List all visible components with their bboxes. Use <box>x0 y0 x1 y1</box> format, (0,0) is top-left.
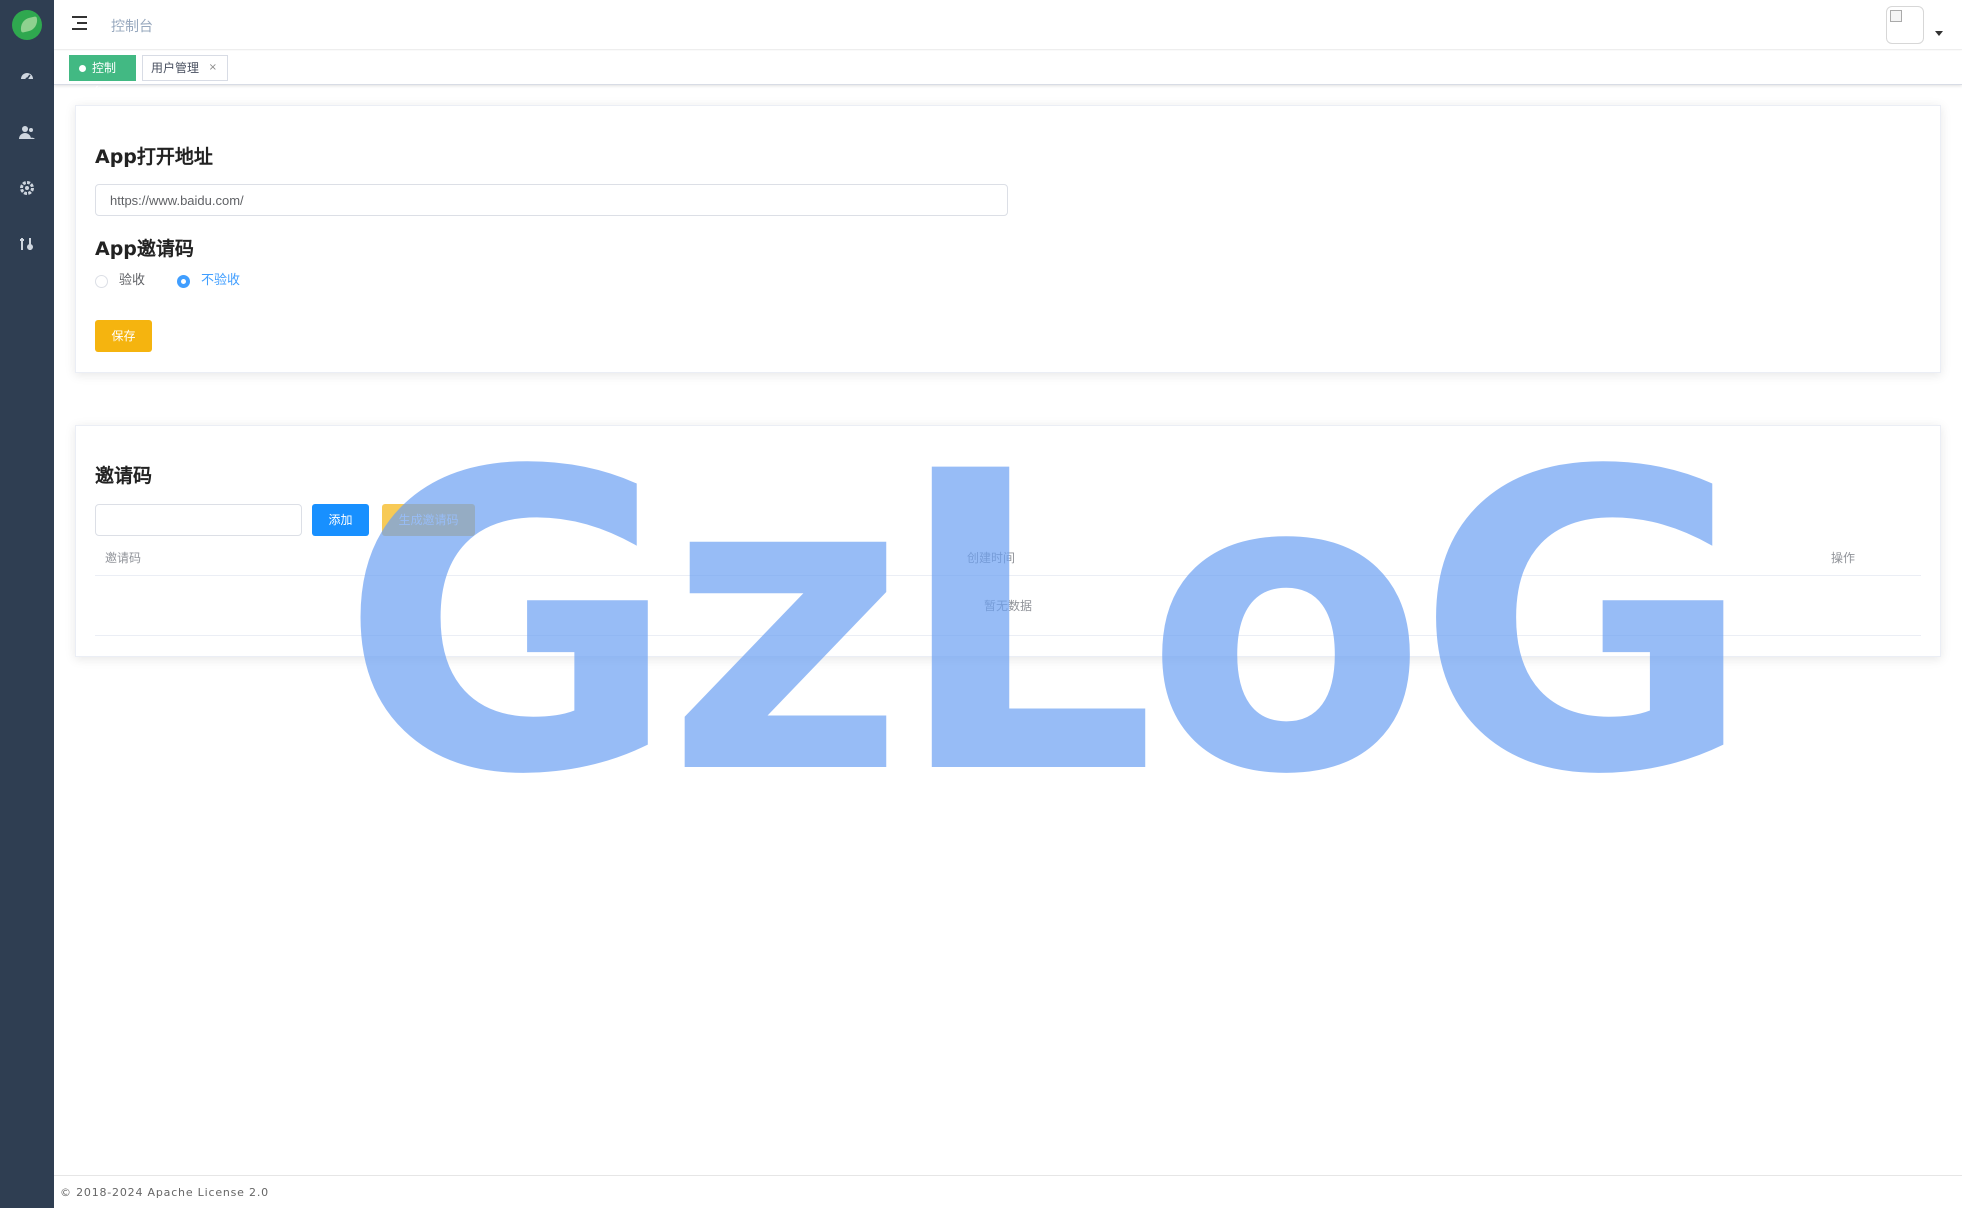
close-icon[interactable]: × <box>209 56 217 80</box>
tag-dashboard[interactable]: 控制台 <box>69 55 136 99</box>
users-icon[interactable] <box>17 124 37 144</box>
top-navbar: 控制台 <box>54 0 1962 50</box>
save-button[interactable]: 保存 <box>95 320 152 352</box>
tag-user-management[interactable]: 用户管理 × <box>142 55 228 81</box>
radio-circle[interactable] <box>177 275 190 288</box>
invite-code-input[interactable] <box>95 504 302 536</box>
radio-verify[interactable]: 验收 <box>95 272 145 290</box>
avatar[interactable] <box>1886 6 1924 44</box>
app-url-title: App打开地址 <box>95 146 213 168</box>
invite-codes-table: 邀请码 创建时间 操作 暂无数据 <box>95 536 1921 636</box>
tools-icon[interactable] <box>17 236 37 256</box>
caret-down-icon[interactable] <box>1935 31 1943 36</box>
app-settings-card: App打开地址 App邀请码 验收 不验收 保存 <box>75 105 1941 373</box>
settings-icon[interactable] <box>17 180 37 200</box>
sidebar <box>0 0 54 1208</box>
invite-codes-card: 邀请码 添加 生成邀请码 邀请码 创建时间 操作 暂无数据 <box>75 425 1941 657</box>
radio-no-verify[interactable]: 不验收 <box>177 272 240 290</box>
column-header-actions[interactable]: 操作 <box>1831 549 1855 566</box>
dashboard-icon[interactable] <box>17 68 37 88</box>
column-header-code[interactable]: 邀请码 <box>105 549 141 566</box>
table-header: 邀请码 创建时间 操作 <box>95 536 1921 576</box>
radio-label: 验收 <box>119 273 146 288</box>
app-url-input[interactable] <box>95 184 1008 216</box>
radio-circle[interactable] <box>95 275 108 288</box>
menu-toggle-icon[interactable] <box>70 14 90 34</box>
invite-codes-title: 邀请码 <box>95 465 153 487</box>
column-header-created-time[interactable]: 创建时间 <box>967 549 1015 566</box>
radio-label: 不验收 <box>201 273 241 288</box>
tag-label: 用户管理 <box>151 61 200 75</box>
tag-label: 控制台 <box>92 61 117 99</box>
table-empty-text: 暂无数据 <box>95 576 1921 636</box>
breadcrumb[interactable]: 控制台 <box>111 16 153 36</box>
add-button[interactable]: 添加 <box>312 504 369 536</box>
app-invite-title: App邀请码 <box>95 238 194 260</box>
generate-code-button[interactable]: 生成邀请码 <box>382 504 475 536</box>
footer: © 2018-2024 Apache License 2.0 <box>54 1175 1962 1208</box>
logo-leaf-icon[interactable] <box>12 10 42 40</box>
tags-view: 控制台 用户管理 × <box>54 51 1962 99</box>
